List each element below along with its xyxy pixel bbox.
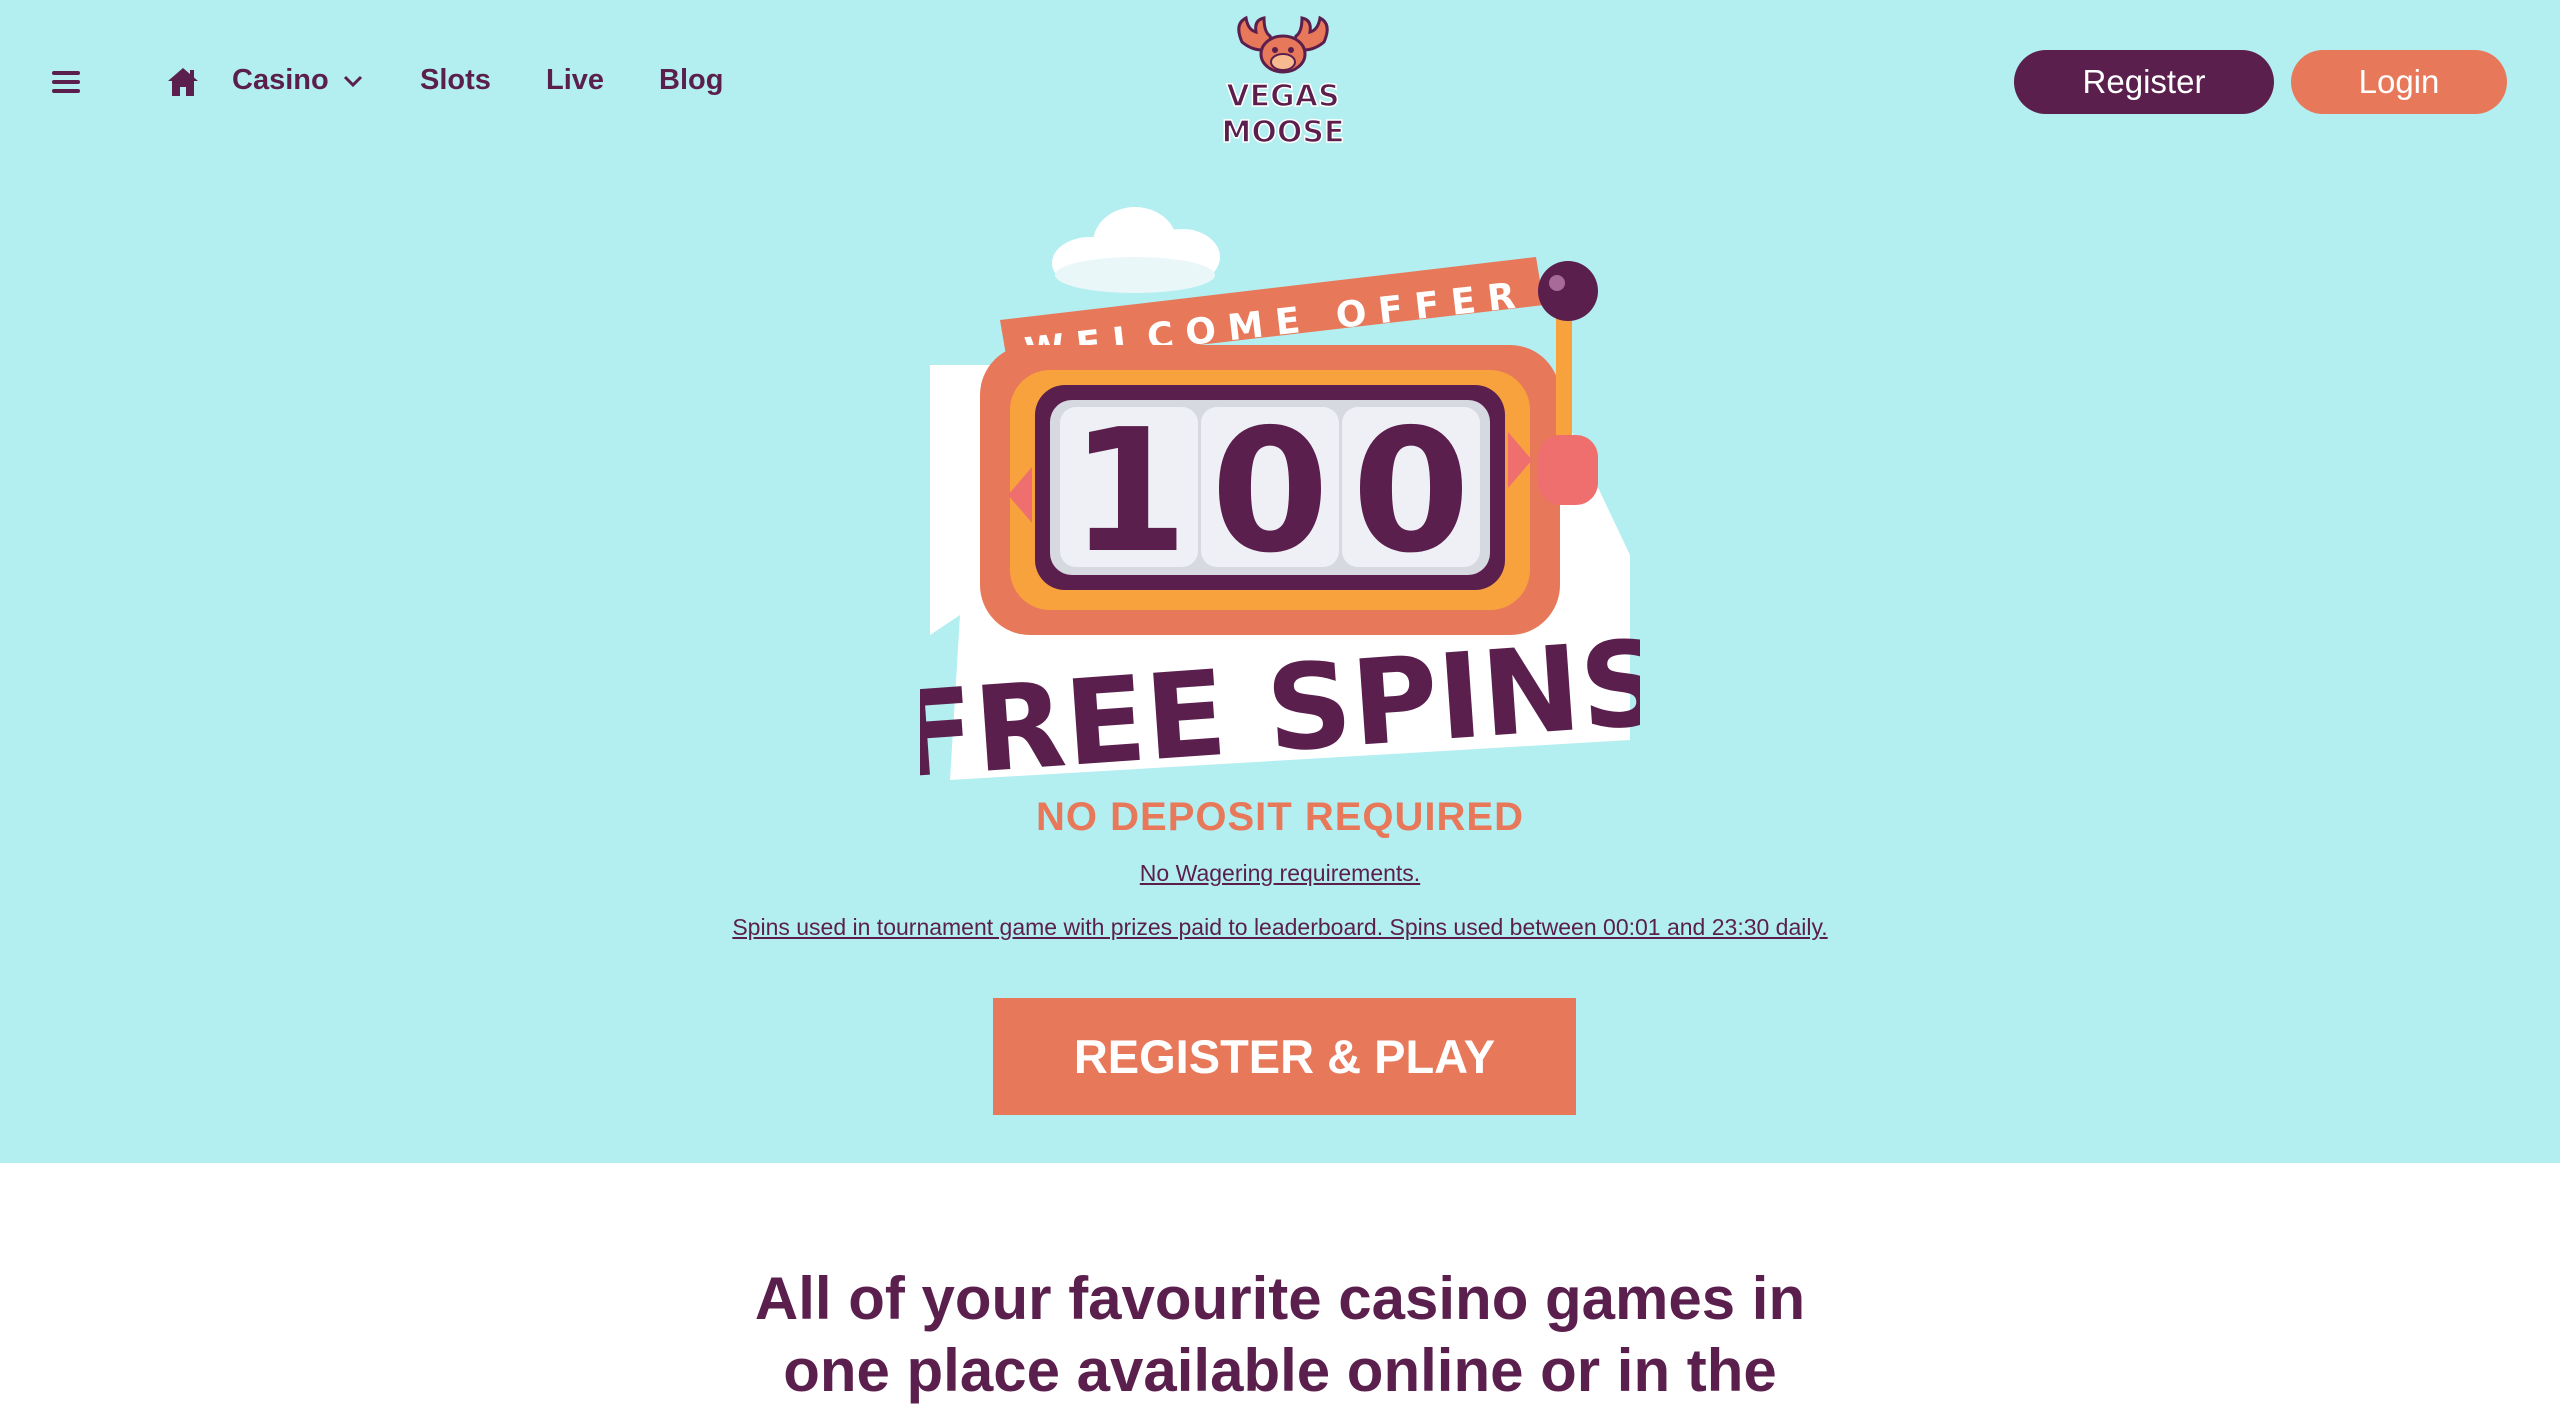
nav-casino[interactable]: Casino bbox=[232, 64, 363, 97]
reel-digit-2: 0 bbox=[1211, 393, 1329, 591]
logo-line2: MOOSE bbox=[1222, 115, 1345, 150]
intro-line2: one place available online or in the bbox=[783, 1337, 1777, 1404]
intro-section: All of your favourite casino games in on… bbox=[0, 1163, 2560, 1415]
no-deposit-headline: NO DEPOSIT REQUIRED bbox=[1036, 795, 1524, 839]
nav-casino-label: Casino bbox=[232, 64, 329, 96]
nav-slots[interactable]: Slots bbox=[420, 64, 491, 97]
home-icon[interactable] bbox=[166, 66, 200, 98]
cloud-icon bbox=[1052, 207, 1220, 293]
vegas-moose-logo[interactable]: VEGAS MOOSE bbox=[1212, 14, 1354, 152]
site-header: Casino Slots Live Blog VEGAS MOOSE Regis… bbox=[0, 0, 2560, 165]
intro-line1: All of your favourite casino games in bbox=[754, 1265, 1806, 1332]
terms-spins-link[interactable]: Spins used in tournament game with prize… bbox=[0, 914, 2560, 941]
nav-live[interactable]: Live bbox=[546, 64, 604, 97]
reel-digit-1: 1 bbox=[1070, 393, 1188, 591]
nav-blog[interactable]: Blog bbox=[659, 64, 723, 97]
nav-left bbox=[52, 58, 200, 106]
register-play-button[interactable]: REGISTER & PLAY bbox=[993, 998, 1576, 1115]
lever-icon bbox=[1556, 305, 1572, 455]
welcome-offer-slot-machine-graphic: WELCOME OFFER 1 0 0 FREE SPINS bbox=[920, 207, 1640, 785]
reel-digit-3: 0 bbox=[1352, 393, 1470, 591]
intro-headline: All of your favourite casino games in on… bbox=[600, 1263, 1960, 1407]
hamburger-menu-icon[interactable] bbox=[52, 71, 80, 93]
register-button[interactable]: Register bbox=[2014, 50, 2274, 114]
logo-line1: VEGAS bbox=[1226, 79, 1339, 114]
chevron-down-icon bbox=[343, 75, 362, 87]
terms-no-wagering-link[interactable]: No Wagering requirements. bbox=[0, 860, 2560, 887]
login-button[interactable]: Login bbox=[2291, 50, 2507, 114]
